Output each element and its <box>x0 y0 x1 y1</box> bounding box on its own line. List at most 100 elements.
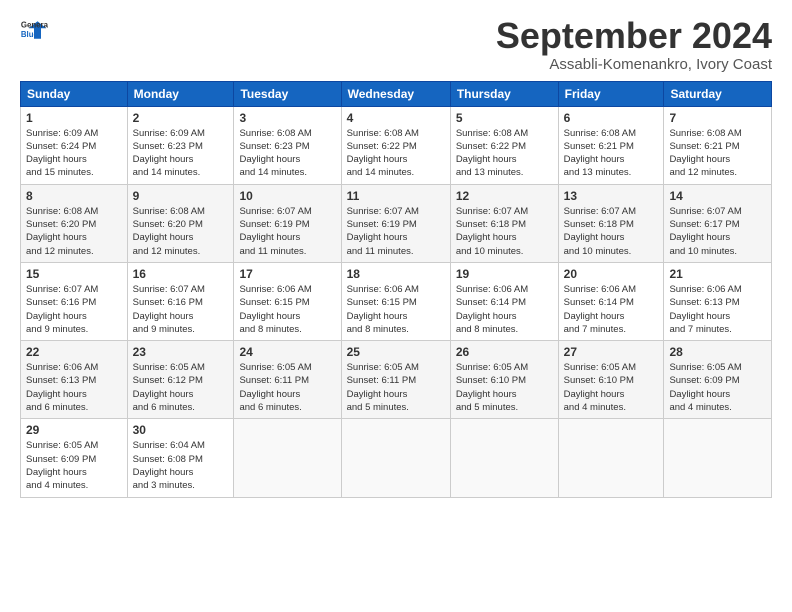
day-number: 23 <box>133 345 229 359</box>
logo-icon: General Blue <box>20 16 48 44</box>
calendar-cell: 7 Sunrise: 6:08 AMSunset: 6:21 PMDayligh… <box>664 106 772 184</box>
day-number: 13 <box>564 189 659 203</box>
day-number: 7 <box>669 111 766 125</box>
day-info: Sunrise: 6:06 AMSunset: 6:13 PMDaylight … <box>26 362 98 413</box>
day-number: 1 <box>26 111 122 125</box>
calendar-cell: 9 Sunrise: 6:08 AMSunset: 6:20 PMDayligh… <box>127 184 234 262</box>
header: General Blue September 2024 Assabli-Kome… <box>20 16 772 73</box>
calendar-cell: 17 Sunrise: 6:06 AMSunset: 6:15 PMDaylig… <box>234 262 341 340</box>
day-number: 10 <box>239 189 335 203</box>
day-info: Sunrise: 6:06 AMSunset: 6:15 PMDaylight … <box>239 284 311 335</box>
day-info: Sunrise: 6:07 AMSunset: 6:17 PMDaylight … <box>669 206 741 257</box>
day-number: 16 <box>133 267 229 281</box>
day-number: 2 <box>133 111 229 125</box>
calendar-cell: 22 Sunrise: 6:06 AMSunset: 6:13 PMDaylig… <box>21 341 128 419</box>
calendar-cell: 26 Sunrise: 6:05 AMSunset: 6:10 PMDaylig… <box>450 341 558 419</box>
day-number: 27 <box>564 345 659 359</box>
col-sunday: Sunday <box>21 81 128 106</box>
day-number: 18 <box>347 267 445 281</box>
day-info: Sunrise: 6:08 AMSunset: 6:20 PMDaylight … <box>133 206 205 257</box>
main-container: General Blue September 2024 Assabli-Kome… <box>0 0 792 508</box>
day-number: 5 <box>456 111 553 125</box>
title-area: September 2024 Assabli-Komenankro, Ivory… <box>496 16 772 73</box>
day-number: 11 <box>347 189 445 203</box>
col-saturday: Saturday <box>664 81 772 106</box>
day-number: 19 <box>456 267 553 281</box>
month-title: September 2024 <box>496 16 772 56</box>
subtitle: Assabli-Komenankro, Ivory Coast <box>496 56 772 73</box>
calendar-cell: 8 Sunrise: 6:08 AMSunset: 6:20 PMDayligh… <box>21 184 128 262</box>
calendar-cell: 12 Sunrise: 6:07 AMSunset: 6:18 PMDaylig… <box>450 184 558 262</box>
calendar-cell: 30 Sunrise: 6:04 AMSunset: 6:08 PMDaylig… <box>127 419 234 497</box>
day-number: 9 <box>133 189 229 203</box>
svg-text:General: General <box>21 20 48 29</box>
calendar-row: 8 Sunrise: 6:08 AMSunset: 6:20 PMDayligh… <box>21 184 772 262</box>
calendar-cell: 29 Sunrise: 6:05 AMSunset: 6:09 PMDaylig… <box>21 419 128 497</box>
day-info: Sunrise: 6:07 AMSunset: 6:16 PMDaylight … <box>26 284 98 335</box>
day-info: Sunrise: 6:06 AMSunset: 6:14 PMDaylight … <box>456 284 528 335</box>
col-monday: Monday <box>127 81 234 106</box>
day-info: Sunrise: 6:07 AMSunset: 6:18 PMDaylight … <box>456 206 528 257</box>
day-number: 14 <box>669 189 766 203</box>
calendar-cell <box>558 419 664 497</box>
calendar-cell: 13 Sunrise: 6:07 AMSunset: 6:18 PMDaylig… <box>558 184 664 262</box>
header-row: Sunday Monday Tuesday Wednesday Thursday… <box>21 81 772 106</box>
day-number: 25 <box>347 345 445 359</box>
day-number: 24 <box>239 345 335 359</box>
logo: General Blue <box>20 16 48 44</box>
calendar-cell: 1 Sunrise: 6:09 AMSunset: 6:24 PMDayligh… <box>21 106 128 184</box>
calendar-cell: 25 Sunrise: 6:05 AMSunset: 6:11 PMDaylig… <box>341 341 450 419</box>
calendar-cell: 2 Sunrise: 6:09 AMSunset: 6:23 PMDayligh… <box>127 106 234 184</box>
day-number: 3 <box>239 111 335 125</box>
day-info: Sunrise: 6:09 AMSunset: 6:24 PMDaylight … <box>26 128 98 179</box>
calendar-cell: 3 Sunrise: 6:08 AMSunset: 6:23 PMDayligh… <box>234 106 341 184</box>
day-number: 30 <box>133 423 229 437</box>
calendar-cell: 6 Sunrise: 6:08 AMSunset: 6:21 PMDayligh… <box>558 106 664 184</box>
day-info: Sunrise: 6:05 AMSunset: 6:11 PMDaylight … <box>347 362 419 413</box>
calendar-row: 1 Sunrise: 6:09 AMSunset: 6:24 PMDayligh… <box>21 106 772 184</box>
day-number: 29 <box>26 423 122 437</box>
calendar-cell: 27 Sunrise: 6:05 AMSunset: 6:10 PMDaylig… <box>558 341 664 419</box>
day-number: 28 <box>669 345 766 359</box>
calendar-cell: 16 Sunrise: 6:07 AMSunset: 6:16 PMDaylig… <box>127 262 234 340</box>
svg-text:Blue: Blue <box>21 30 39 39</box>
day-info: Sunrise: 6:05 AMSunset: 6:09 PMDaylight … <box>669 362 741 413</box>
day-info: Sunrise: 6:08 AMSunset: 6:23 PMDaylight … <box>239 128 311 179</box>
day-info: Sunrise: 6:06 AMSunset: 6:15 PMDaylight … <box>347 284 419 335</box>
day-info: Sunrise: 6:05 AMSunset: 6:12 PMDaylight … <box>133 362 205 413</box>
day-info: Sunrise: 6:06 AMSunset: 6:14 PMDaylight … <box>564 284 636 335</box>
day-info: Sunrise: 6:04 AMSunset: 6:08 PMDaylight … <box>133 440 205 491</box>
day-info: Sunrise: 6:08 AMSunset: 6:21 PMDaylight … <box>669 128 741 179</box>
day-info: Sunrise: 6:08 AMSunset: 6:22 PMDaylight … <box>456 128 528 179</box>
calendar-cell: 11 Sunrise: 6:07 AMSunset: 6:19 PMDaylig… <box>341 184 450 262</box>
calendar-cell <box>234 419 341 497</box>
day-number: 17 <box>239 267 335 281</box>
day-info: Sunrise: 6:05 AMSunset: 6:10 PMDaylight … <box>564 362 636 413</box>
col-thursday: Thursday <box>450 81 558 106</box>
calendar-cell: 28 Sunrise: 6:05 AMSunset: 6:09 PMDaylig… <box>664 341 772 419</box>
calendar-cell: 23 Sunrise: 6:05 AMSunset: 6:12 PMDaylig… <box>127 341 234 419</box>
day-number: 8 <box>26 189 122 203</box>
day-info: Sunrise: 6:08 AMSunset: 6:20 PMDaylight … <box>26 206 98 257</box>
day-info: Sunrise: 6:06 AMSunset: 6:13 PMDaylight … <box>669 284 741 335</box>
calendar-cell: 14 Sunrise: 6:07 AMSunset: 6:17 PMDaylig… <box>664 184 772 262</box>
day-info: Sunrise: 6:07 AMSunset: 6:19 PMDaylight … <box>239 206 311 257</box>
day-info: Sunrise: 6:05 AMSunset: 6:10 PMDaylight … <box>456 362 528 413</box>
day-number: 20 <box>564 267 659 281</box>
calendar-cell: 20 Sunrise: 6:06 AMSunset: 6:14 PMDaylig… <box>558 262 664 340</box>
calendar-cell: 18 Sunrise: 6:06 AMSunset: 6:15 PMDaylig… <box>341 262 450 340</box>
day-info: Sunrise: 6:08 AMSunset: 6:21 PMDaylight … <box>564 128 636 179</box>
day-number: 6 <box>564 111 659 125</box>
day-number: 22 <box>26 345 122 359</box>
day-number: 21 <box>669 267 766 281</box>
calendar-cell: 19 Sunrise: 6:06 AMSunset: 6:14 PMDaylig… <box>450 262 558 340</box>
day-info: Sunrise: 6:07 AMSunset: 6:18 PMDaylight … <box>564 206 636 257</box>
col-friday: Friday <box>558 81 664 106</box>
day-number: 26 <box>456 345 553 359</box>
calendar-cell: 5 Sunrise: 6:08 AMSunset: 6:22 PMDayligh… <box>450 106 558 184</box>
day-info: Sunrise: 6:07 AMSunset: 6:16 PMDaylight … <box>133 284 205 335</box>
day-info: Sunrise: 6:07 AMSunset: 6:19 PMDaylight … <box>347 206 419 257</box>
day-number: 4 <box>347 111 445 125</box>
day-info: Sunrise: 6:08 AMSunset: 6:22 PMDaylight … <box>347 128 419 179</box>
calendar-cell: 24 Sunrise: 6:05 AMSunset: 6:11 PMDaylig… <box>234 341 341 419</box>
